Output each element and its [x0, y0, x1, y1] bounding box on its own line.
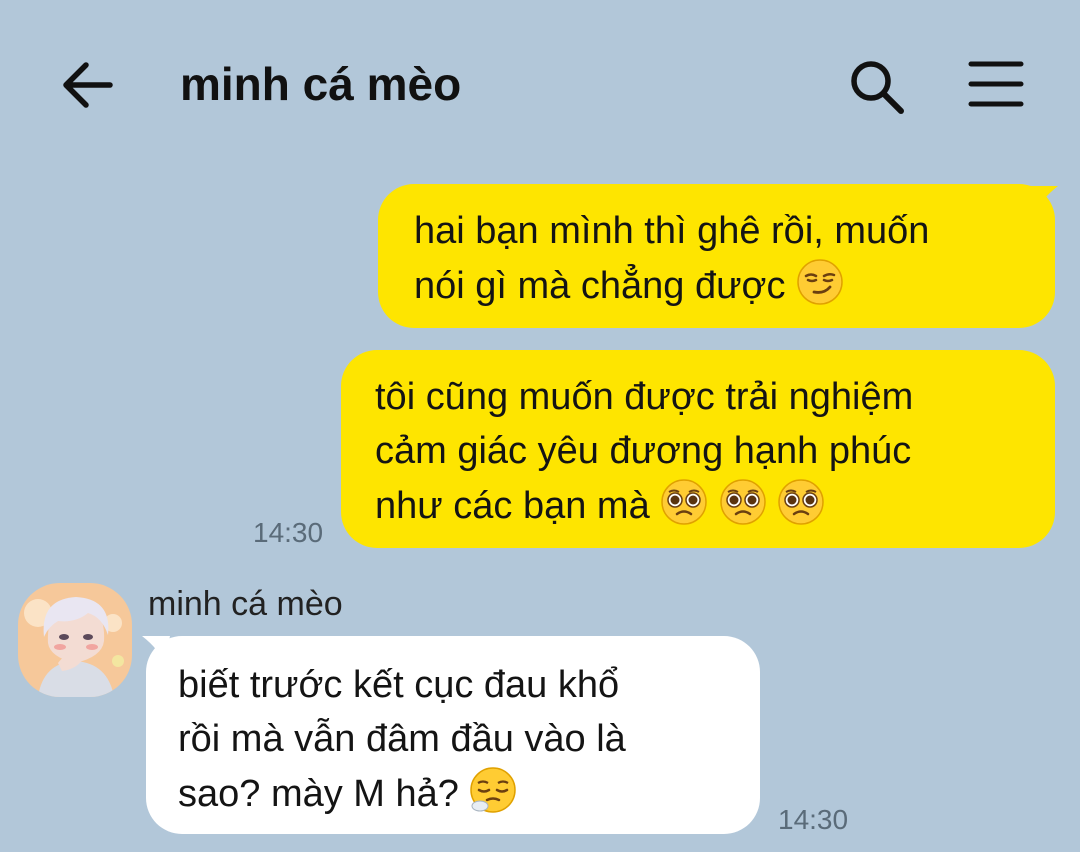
message-text-line: cảm giác yêu đương hạnh phúc: [375, 430, 912, 472]
message-text-line: như các bạn mà: [375, 485, 650, 527]
tired-face-emoji-icon: [470, 767, 517, 813]
search-button[interactable]: [846, 56, 906, 116]
message-timestamp: 14:30: [253, 517, 324, 548]
smirk-emoji-icon: [797, 259, 843, 305]
message-text-line: hai bạn mình thì ghê rồi, muốn: [414, 210, 930, 252]
menu-icon: [968, 61, 1024, 107]
arrow-left-icon: [63, 62, 113, 108]
menu-button[interactable]: [966, 58, 1026, 110]
message-bubble-sent[interactable]: hai bạn mình thì ghê rồi, muốn nói gì mà…: [378, 184, 1055, 328]
back-button[interactable]: [58, 58, 118, 112]
message-text-line: biết trước kết cục đau khổ: [178, 664, 620, 706]
search-icon: [851, 61, 904, 114]
message-text-line: nói gì mà chẳng được: [414, 265, 786, 307]
pleading-face-emoji-icon: [720, 479, 766, 525]
sender-name: minh cá mèo: [148, 585, 343, 623]
message-text-line: rồi mà vẫn đâm đầu vào là: [178, 718, 626, 760]
message-bubble-sent[interactable]: tôi cũng muốn được trải nghiệm cảm giác …: [341, 350, 1055, 548]
avatar-image: [18, 583, 132, 697]
message-timestamp: 14:30: [778, 804, 849, 835]
pleading-face-emoji-icon: [661, 479, 708, 525]
message-text-line: sao? mày M hả?: [178, 773, 459, 815]
message-text-line: tôi cũng muốn được trải nghiệm: [375, 376, 914, 418]
message-bubble-received[interactable]: biết trước kết cục đau khổ rồi mà vẫn đâ…: [146, 636, 760, 834]
chat-header: minh cá mèo: [0, 0, 1080, 170]
pleading-face-emoji-icon: [778, 479, 825, 525]
avatar[interactable]: [18, 583, 132, 697]
chat-title: minh cá mèo: [180, 58, 462, 110]
